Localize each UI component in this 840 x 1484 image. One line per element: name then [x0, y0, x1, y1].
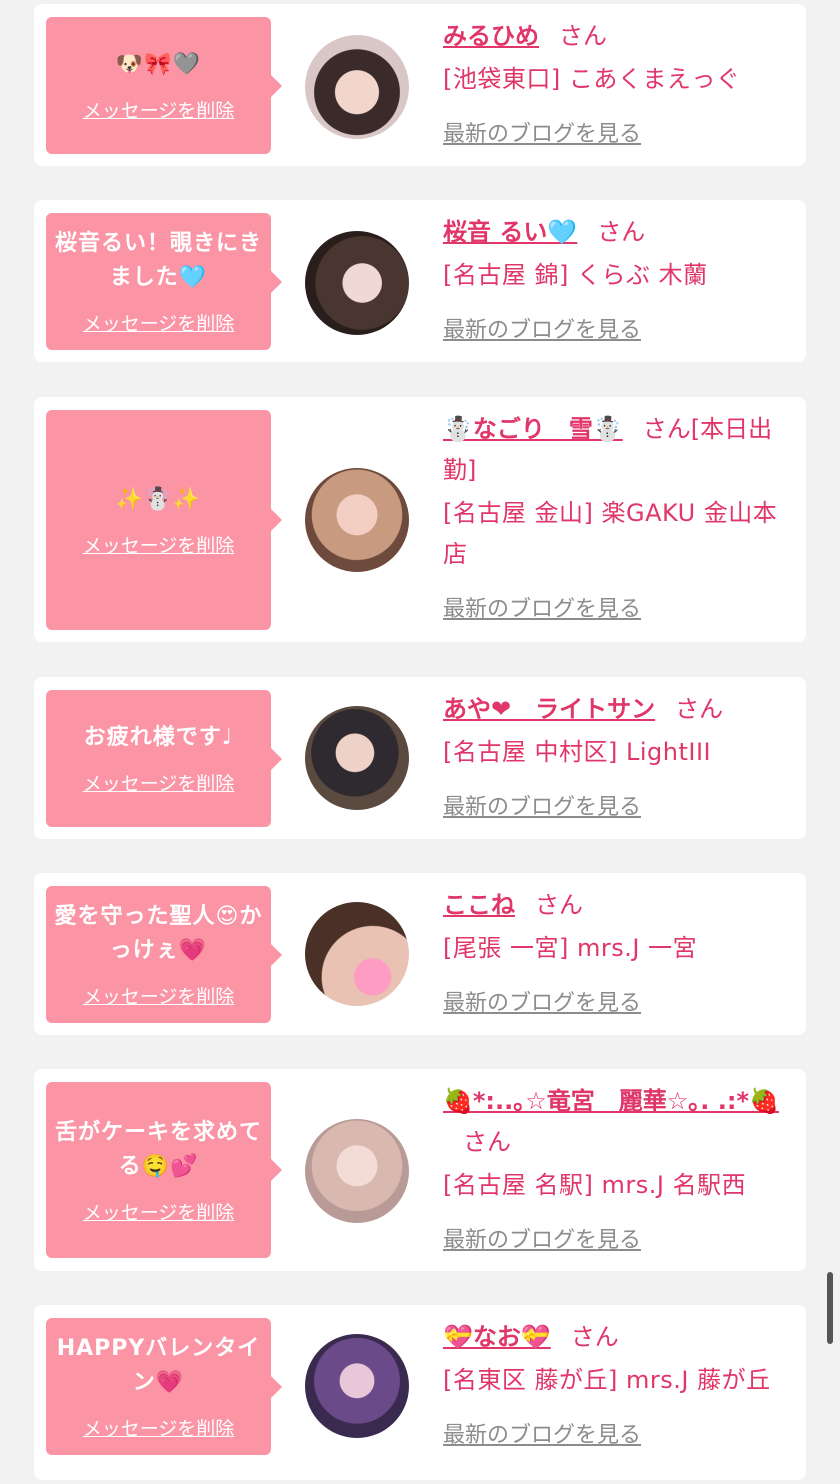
delete-message-link[interactable]: メッセージを削除	[83, 1198, 235, 1225]
message-text: 舌がケーキを求めてる🤤💕	[54, 1119, 262, 1179]
girl-info: 🍓*:..｡☆竜宮 麗華☆｡. .:*🍓 さん [名古屋 名駅] mrs.J 名駅…	[443, 1081, 795, 1261]
girl-info: ☃️なごり 雪☃️ さん[本日出勤] [名古屋 金山] 楽GAKU 金山本店 最新…	[443, 409, 795, 630]
avatar[interactable]	[305, 468, 409, 572]
favorite-card: 桜音るい！覗きにきました🩵 メッセージを削除 桜音 るい🩵 さん [名古屋 錦] …	[34, 200, 806, 362]
girl-name-link[interactable]: ☃️なごり 雪☃️	[443, 415, 623, 443]
shop-label: [名古屋 錦] くらぶ 木蘭	[443, 261, 708, 289]
honorific: さん	[570, 1323, 619, 1351]
favorite-card: 🐶🎀🩶 メッセージを削除 みるひめ さん [池袋東口] こあくまえっぐ 最新のブロ…	[34, 4, 806, 166]
message-bubble: ✨☃️✨ メッセージを削除	[46, 410, 282, 630]
message-bubble: お疲れ様です♩ メッセージを削除	[46, 690, 282, 827]
message-text: 桜音るい！覗きにきました🩵	[54, 231, 262, 290]
latest-blog-link[interactable]: 最新のブログを見る	[443, 1415, 795, 1456]
delete-message-link[interactable]: メッセージを削除	[83, 1414, 235, 1441]
latest-blog-link[interactable]: 最新のブログを見る	[443, 310, 795, 351]
honorific: さん	[597, 218, 646, 246]
message-bubble: HAPPYバレンタイン💗 メッセージを削除	[46, 1318, 282, 1455]
girl-info: 💝なお💝 さん [名東区 藤が丘] mrs.J 藤が丘 最新のブログを見る	[443, 1317, 795, 1456]
shop-label: [名古屋 名駅] mrs.J 名駅西	[443, 1171, 747, 1199]
delete-message-link[interactable]: メッセージを削除	[83, 769, 235, 796]
honorific: さん	[675, 695, 724, 723]
shop-label: [名古屋 中村区] LightIII	[443, 738, 712, 766]
favorite-card: 愛を守った聖人😍かっけぇ💗 メッセージを削除 ここね さん [尾張 一宮] mrs…	[34, 873, 806, 1035]
message-text: 愛を守った聖人😍かっけぇ💗	[54, 904, 263, 963]
delete-message-link[interactable]: メッセージを削除	[83, 982, 235, 1009]
girl-name-link[interactable]: みるひめ	[443, 22, 539, 50]
delete-message-link[interactable]: メッセージを削除	[83, 96, 235, 123]
girl-info: ここね さん [尾張 一宮] mrs.J 一宮 最新のブログを見る	[443, 885, 795, 1024]
scrollbar[interactable]	[827, 1272, 833, 1344]
girl-info: 桜音 るい🩵 さん [名古屋 錦] くらぶ 木蘭 最新のブログを見る	[443, 212, 795, 351]
shop-label: [名東区 藤が丘] mrs.J 藤が丘	[443, 1366, 771, 1394]
girl-name-link[interactable]: 🍓*:..｡☆竜宮 麗華☆｡. .:*🍓	[443, 1087, 779, 1115]
message-bubble: 愛を守った聖人😍かっけぇ💗 メッセージを削除	[46, 886, 282, 1023]
latest-blog-link[interactable]: 最新のブログを見る	[443, 787, 795, 828]
avatar[interactable]	[305, 35, 409, 139]
message-text: 🐶🎀🩶	[115, 52, 202, 77]
avatar[interactable]	[305, 902, 409, 1006]
girl-info: みるひめ さん [池袋東口] こあくまえっぐ 最新のブログを見る	[443, 16, 795, 155]
avatar[interactable]	[305, 1334, 409, 1438]
girl-name-link[interactable]: ここね	[443, 891, 515, 919]
avatar[interactable]	[305, 706, 409, 810]
delete-message-link[interactable]: メッセージを削除	[83, 309, 235, 336]
girl-name-link[interactable]: 桜音 るい🩵	[443, 218, 577, 246]
favorite-card: お疲れ様です♩ メッセージを削除 あや❤︎ ライトサン さん [名古屋 中村区] …	[34, 677, 806, 839]
favorite-card: HAPPYバレンタイン💗 メッセージを削除 💝なお💝 さん [名東区 藤が丘] m…	[34, 1305, 806, 1480]
latest-blog-link[interactable]: 最新のブログを見る	[443, 1220, 795, 1261]
avatar[interactable]	[305, 231, 409, 335]
honorific: さん	[535, 891, 583, 919]
delete-message-link[interactable]: メッセージを削除	[83, 531, 235, 558]
message-text: HAPPYバレンタイン💗	[56, 1336, 261, 1395]
favorite-card: ✨☃️✨ メッセージを削除 ☃️なごり 雪☃️ さん[本日出勤] [名古屋 金山]…	[34, 397, 806, 642]
message-bubble: 舌がケーキを求めてる🤤💕 メッセージを削除	[46, 1082, 282, 1258]
honorific: さん	[559, 22, 607, 50]
girl-name-link[interactable]: あや❤︎ ライトサン	[443, 695, 655, 723]
shop-label: [尾張 一宮] mrs.J 一宮	[443, 934, 698, 962]
favorite-card: 舌がケーキを求めてる🤤💕 メッセージを削除 🍓*:..｡☆竜宮 麗華☆｡. .:…	[34, 1069, 806, 1271]
girl-info: あや❤︎ ライトサン さん [名古屋 中村区] LightIII 最新のブログを見…	[443, 689, 795, 828]
shop-label: [池袋東口] こあくまえっぐ	[443, 65, 741, 93]
latest-blog-link[interactable]: 最新のブログを見る	[443, 114, 795, 155]
shop-label: [名古屋 金山] 楽GAKU 金山本店	[443, 499, 778, 568]
latest-blog-link[interactable]: 最新のブログを見る	[443, 589, 795, 630]
latest-blog-link[interactable]: 最新のブログを見る	[443, 983, 795, 1024]
honorific: さん	[463, 1128, 511, 1156]
avatar[interactable]	[305, 1119, 409, 1223]
message-bubble: 🐶🎀🩶 メッセージを削除	[46, 17, 282, 154]
message-text: ✨☃️✨	[115, 486, 202, 512]
girl-name-link[interactable]: 💝なお💝	[443, 1323, 551, 1351]
message-text: お疲れ様です♩	[83, 725, 234, 750]
message-bubble: 桜音るい！覗きにきました🩵 メッセージを削除	[46, 213, 282, 350]
